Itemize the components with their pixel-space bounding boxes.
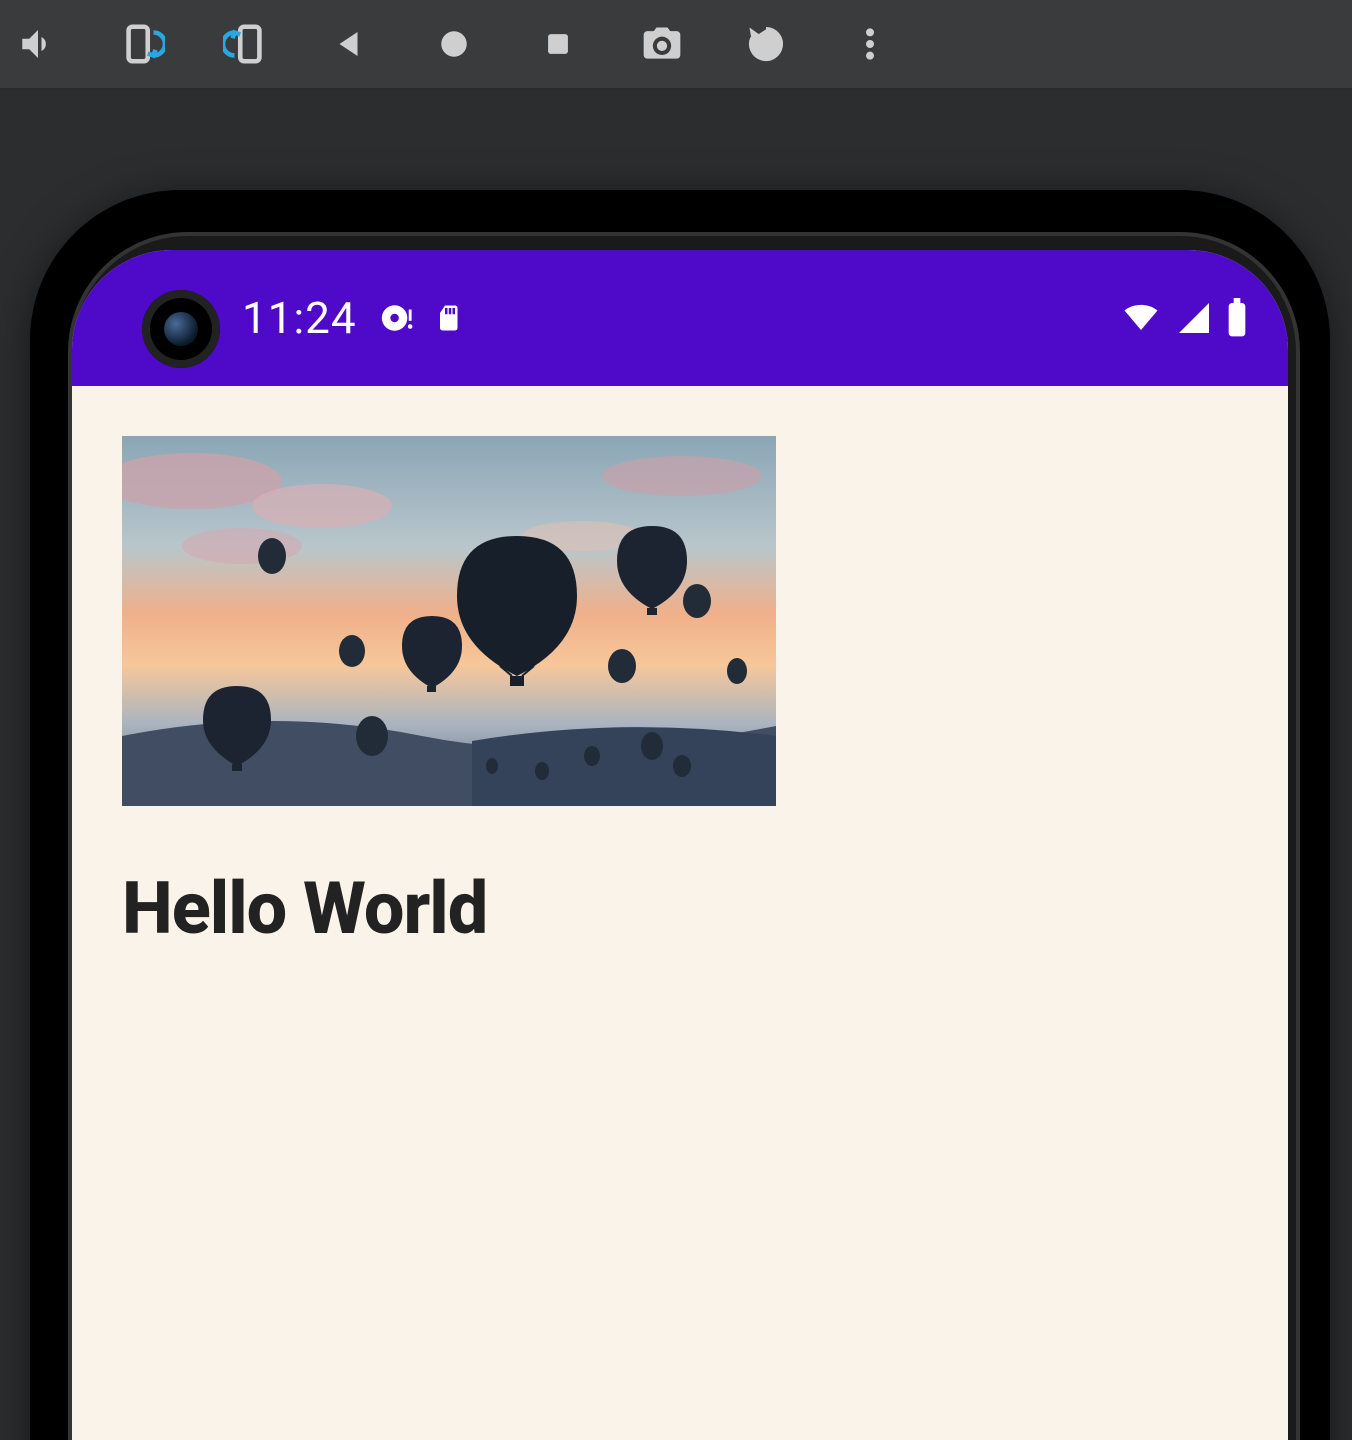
- record-icon: [437, 27, 471, 61]
- emulator-toolbar: [0, 0, 1352, 90]
- rotate-right-button[interactable]: [222, 20, 270, 68]
- disc-icon: [379, 301, 413, 335]
- punch-hole-camera: [142, 290, 220, 368]
- device-frame: 11:24: [0, 90, 1352, 1440]
- stop-icon: [541, 27, 575, 61]
- rotate-left-icon: [119, 21, 165, 67]
- back-icon: [332, 26, 368, 62]
- volume-button[interactable]: [14, 20, 62, 68]
- back-button[interactable]: [326, 20, 374, 68]
- restore-icon: [744, 22, 788, 66]
- wifi-icon: [1120, 300, 1162, 336]
- status-time: 11:24: [242, 292, 357, 344]
- phone-screen: 11:24: [72, 250, 1288, 1440]
- status-right: [1120, 298, 1248, 338]
- status-left: 11:24: [242, 292, 465, 344]
- camera-icon: [640, 22, 684, 66]
- rotate-right-icon: [223, 21, 269, 67]
- cell-signal-icon: [1176, 300, 1212, 336]
- screenshot-button[interactable]: [638, 20, 686, 68]
- heading: Hello World: [122, 866, 1238, 951]
- restore-button[interactable]: [742, 20, 790, 68]
- more-vert-icon: [850, 24, 890, 64]
- rotate-left-button[interactable]: [118, 20, 166, 68]
- status-bar: 11:24: [72, 250, 1288, 386]
- sd-card-icon: [435, 300, 465, 336]
- record-button[interactable]: [430, 20, 478, 68]
- stop-button[interactable]: [534, 20, 582, 68]
- app-content: Hello World: [72, 386, 1288, 1001]
- balloons-sunset-image: [122, 436, 776, 806]
- volume-icon: [17, 23, 59, 65]
- battery-icon: [1226, 298, 1248, 338]
- hero-image: [122, 436, 776, 806]
- more-button[interactable]: [846, 20, 894, 68]
